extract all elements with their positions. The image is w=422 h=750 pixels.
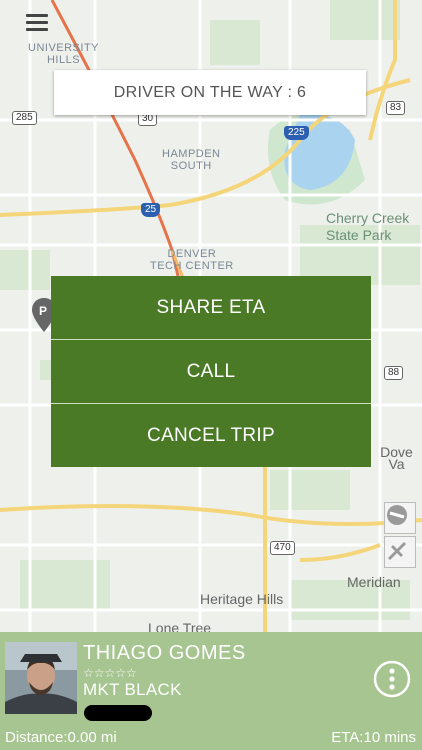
- driver-avatar[interactable]: [5, 642, 77, 714]
- more-options-button[interactable]: [373, 660, 411, 698]
- driver-status-box: DRIVER ON THE WAY : 6: [54, 70, 366, 115]
- cancel-trip-button[interactable]: CANCEL TRIP: [51, 404, 371, 467]
- driver-photo-icon: [5, 642, 77, 714]
- share-eta-button[interactable]: SHARE ETA: [51, 276, 371, 340]
- route-shield-83: 83: [386, 101, 406, 115]
- map-label-university-hills: UNIVERSITY HILLS: [28, 42, 100, 66]
- driver-info-panel: THIAGO GOMES ☆☆☆☆☆ MKT BLACK Distance:0.…: [0, 632, 422, 750]
- route-shield-i25: 25: [141, 203, 161, 217]
- location-button[interactable]: [384, 536, 416, 568]
- route-shield-i225: 225: [284, 126, 309, 140]
- map-label-dove-valley: Dove Va: [380, 444, 413, 472]
- car-model: MKT BLACK: [83, 680, 182, 699]
- hamburger-menu-button[interactable]: [26, 14, 48, 32]
- route-shield-88: 88: [384, 366, 404, 380]
- compass-button[interactable]: [384, 502, 416, 534]
- map-label-meridian: Meridian: [347, 574, 401, 590]
- menu-line-icon: [26, 28, 48, 31]
- license-plate-redacted: [84, 705, 152, 721]
- map-label-denver-tech-center: DENVER TECH CENTER: [150, 248, 234, 272]
- trip-actions-menu: SHARE ETA CALL CANCEL TRIP: [51, 276, 371, 467]
- menu-line-icon: [26, 14, 48, 17]
- compass-icon: [387, 505, 407, 525]
- menu-line-icon: [26, 21, 48, 24]
- map-label-lone-tree: Lone Tree: [148, 620, 212, 632]
- route-shield-470: 470: [270, 541, 295, 555]
- map-label-cherry-creek: Cherry Creek State Park: [326, 210, 410, 243]
- trip-distance: Distance:0.00 mi: [5, 729, 117, 746]
- driver-rating-stars: ☆☆☆☆☆: [83, 666, 137, 680]
- more-vertical-icon: [373, 660, 411, 698]
- driver-name: THIAGO GOMES: [83, 642, 246, 664]
- trip-eta: ETA:10 mins: [331, 729, 416, 746]
- route-shield-285: 285: [12, 111, 37, 125]
- map-label-heritage-hills: Heritage Hills: [200, 591, 284, 607]
- pin-letter: P: [39, 304, 48, 318]
- map-label-hampden-south: HAMPDEN SOUTH: [162, 148, 221, 172]
- plane-icon: [388, 542, 406, 560]
- map-view[interactable]: UNIVERSITY HILLS HAMPDEN SOUTH DENVER TE…: [0, 0, 422, 632]
- call-button[interactable]: CALL: [51, 340, 371, 404]
- driver-status-text: DRIVER ON THE WAY : 6: [113, 83, 307, 101]
